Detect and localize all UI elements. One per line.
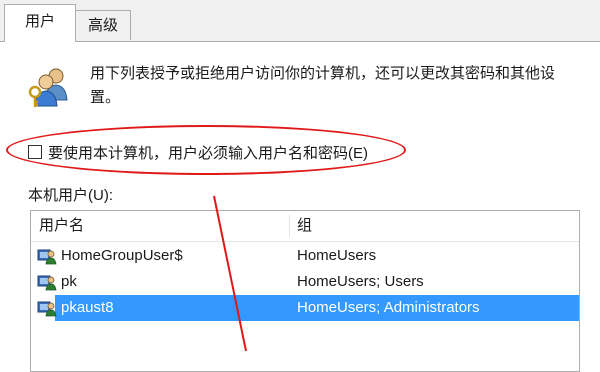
require-password-row[interactable]: 要使用本计算机，用户必须输入用户名和密码(E) — [28, 142, 368, 162]
user-group: HomeUsers — [297, 247, 377, 264]
column-header-username[interactable]: 用户名 — [39, 211, 289, 241]
table-row-selected[interactable]: pkaust8 HomeUsers; Administrators — [31, 295, 579, 321]
user-icon — [37, 301, 57, 317]
tab-advanced[interactable]: 高级 — [75, 10, 131, 40]
column-divider[interactable] — [289, 215, 290, 237]
users-key-icon — [28, 68, 68, 107]
user-name: pkaust8 — [61, 299, 114, 316]
table-row[interactable]: HomeGroupUser$ HomeUsers — [31, 243, 579, 269]
user-icon — [37, 249, 57, 265]
user-name: pk — [61, 273, 77, 290]
description-text: 用下列表授予或拒绝用户访问你的计算机，还可以更改其密码和其他设置。 — [90, 65, 556, 106]
tab-users[interactable]: 用户 — [4, 4, 76, 42]
list-header: 用户名 组 — [31, 211, 579, 242]
tab-strip: 用户 高级 — [0, 0, 600, 42]
users-list[interactable]: 用户名 组 HomeGroupUser$ HomeUsers pk HomeUs… — [30, 210, 580, 372]
require-password-checkbox[interactable] — [28, 145, 42, 159]
users-panel: 用下列表授予或拒绝用户访问你的计算机，还可以更改其密码和其他设置。 要使用本计算… — [0, 42, 600, 372]
require-password-label: 要使用本计算机，用户必须输入用户名和密码(E) — [48, 144, 368, 162]
table-row[interactable]: pk HomeUsers; Users — [31, 269, 579, 295]
column-header-group[interactable]: 组 — [297, 211, 567, 241]
users-list-label: 本机用户(U): — [28, 187, 113, 204]
user-name: HomeGroupUser$ — [61, 247, 183, 264]
user-icon — [37, 275, 57, 291]
user-group: HomeUsers; Administrators — [297, 299, 480, 316]
user-group: HomeUsers; Users — [297, 273, 424, 290]
